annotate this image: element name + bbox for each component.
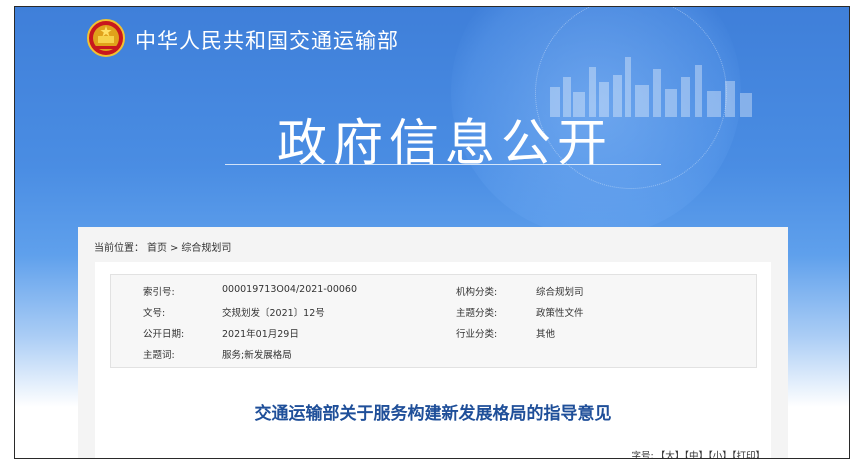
print-button[interactable]: 【打印】 [732,451,765,458]
keywords-label: 主题词: [143,350,175,361]
breadcrumb-home[interactable]: 首页 [147,243,167,254]
font-size-controls: 字号: 【大】【中】【小】【打印】 [595,448,765,459]
national-emblem-icon[interactable] [87,19,125,57]
doc-no-value: 交规划发〔2021〕12号 [222,308,325,319]
org-value: 综合规划司 [536,287,584,298]
metadata-row: 主题词: 服务;新发展格局 [111,347,756,367]
index-label: 索引号: [143,287,175,298]
date-label: 公开日期: [143,329,185,340]
font-medium-button[interactable]: 【中】 [684,451,708,458]
keywords-value: 服务;新发展格局 [222,350,292,361]
metadata-row: 文号: 交规划发〔2021〕12号 主题分类: 政策性文件 [111,305,756,325]
document-title: 交通运输部关于服务构建新发展格局的指导意见 [254,404,612,424]
ministry-name[interactable]: 中华人民共和国交通运输部 [135,25,399,55]
browser-frame: 中华人民共和国交通运输部 政府信息公开 当前位置： 首页 > 综合规划司 索引号: 0… [14,6,850,459]
breadcrumb-separator: > [170,243,179,254]
metadata-row: 索引号: 000019713O04/2021-00060 机构分类: 综合规划司 [111,284,756,304]
industry-label: 行业分类: [456,329,498,340]
metadata-row: 公开日期: 2021年01月29日 行业分类: 其他 [111,326,756,346]
title-divider [225,164,661,165]
article-container: 索引号: 000019713O04/2021-00060 机构分类: 综合规划司… [95,262,771,459]
font-small-button[interactable]: 【小】 [708,451,732,458]
topic-value: 政策性文件 [536,308,584,319]
content-panel: 当前位置： 首页 > 综合规划司 索引号: 000019713O04/2021-000… [78,227,788,459]
topic-label: 主题分类: [456,308,498,319]
date-value: 2021年01月29日 [222,329,299,340]
industry-value: 其他 [536,329,556,340]
org-label: 机构分类: [456,287,498,298]
doc-no-label: 文号: [143,308,166,319]
metadata-table: 索引号: 000019713O04/2021-00060 机构分类: 综合规划司… [110,274,757,368]
font-large-button[interactable]: 【大】 [656,451,685,458]
breadcrumb: 当前位置： 首页 > 综合规划司 [94,239,234,254]
index-value: 000019713O04/2021-00060 [222,284,357,295]
breadcrumb-current[interactable]: 综合规划司 [181,243,231,254]
breadcrumb-label: 当前位置： [94,243,144,254]
font-size-label: 字号: [631,451,654,459]
